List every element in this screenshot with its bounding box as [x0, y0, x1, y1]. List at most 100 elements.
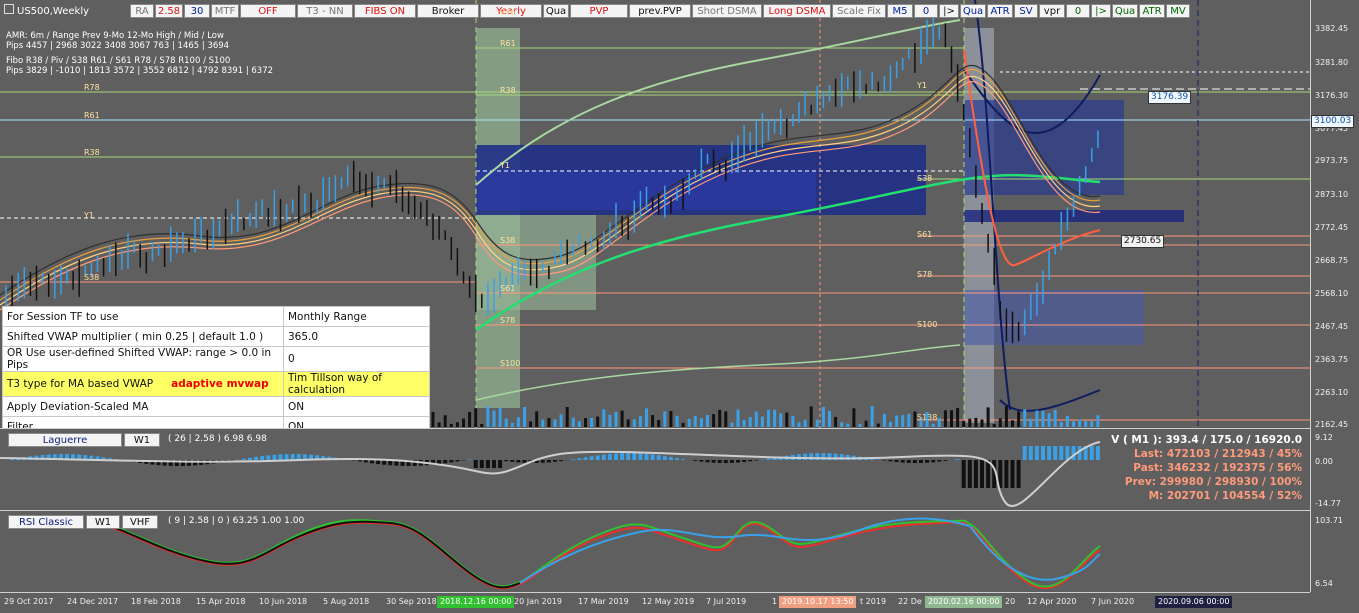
toolbar-button-1[interactable]: 2.58 — [155, 4, 183, 18]
time-axis[interactable]: 29 Oct 201724 Dec 201718 Feb 201815 Apr … — [0, 592, 1310, 613]
toolbar-button-10[interactable]: PVP — [570, 4, 628, 18]
toolbar-button-21[interactable]: vpr — [1039, 4, 1065, 18]
toolbar-button-20[interactable]: SV — [1014, 4, 1038, 18]
settings-row[interactable]: OR Use user-defined Shifted VWAP: range … — [3, 347, 430, 372]
settings-key: Apply Deviation-Scaled MA — [3, 397, 284, 417]
volume-bar — [730, 422, 733, 427]
volume-bar — [718, 410, 721, 427]
toolbar-button-12[interactable]: Short DSMA — [692, 4, 762, 18]
settings-table[interactable]: For Session TF to useMonthly RangeShifte… — [2, 306, 430, 429]
toolbar-button-18[interactable]: Qua — [960, 4, 986, 18]
fib-label: S78 — [500, 316, 515, 325]
rsi-name-tag[interactable]: RSI Classic — [8, 515, 84, 529]
volume-bar — [1023, 409, 1026, 427]
laguerre-bar — [376, 460, 380, 464]
toolbar-button-19[interactable]: ATR — [987, 4, 1013, 18]
rsi-panel[interactable]: RSI Classic W1 VHF ( 9 | 2.58 | 0 ) 63.2… — [0, 512, 1310, 592]
toolbar-button-11[interactable]: prev.PVP — [629, 4, 691, 18]
toolbar-button-13[interactable]: Long DSMA — [763, 4, 831, 18]
toolbar-button-0[interactable]: RA — [130, 4, 154, 18]
volume-bar — [688, 419, 691, 427]
volume-bar — [474, 408, 477, 427]
laguerre-bar — [626, 453, 630, 460]
toolbar-button-26[interactable]: MV — [1166, 4, 1190, 18]
volume-bar — [700, 418, 703, 427]
settings-row[interactable]: For Session TF to useMonthly Range — [3, 307, 430, 327]
laguerre-tf-tag[interactable]: W1 — [124, 433, 160, 447]
volume-bar — [1090, 421, 1093, 427]
volume-bar — [791, 416, 794, 427]
toolbar-button-9[interactable]: Qua — [543, 4, 569, 18]
settings-value[interactable]: ON — [284, 417, 430, 430]
laguerre-bar — [230, 460, 234, 461]
settings-value[interactable]: Monthly Range — [284, 307, 430, 327]
price-axis-label: 2668.75 — [1315, 256, 1348, 265]
volume-bar — [676, 416, 679, 427]
laguerre-bar — [590, 456, 594, 460]
settings-value[interactable]: Tim Tillson way of calculation — [284, 372, 430, 397]
volume-bar — [913, 412, 916, 427]
laguerre-bar — [1023, 446, 1027, 460]
time-marker: 2018.12.16 00:00 — [437, 596, 514, 608]
laguerre-name-tag[interactable]: Laguerre — [8, 433, 122, 447]
toolbar-button-23[interactable]: |> — [1091, 4, 1111, 18]
toolbar-button-3[interactable]: MTF — [211, 4, 239, 18]
laguerre-bar — [632, 453, 636, 460]
laguerre-bar — [681, 459, 685, 460]
toolbar-button-22[interactable]: 0 — [1066, 4, 1090, 18]
volume-bar — [535, 411, 538, 427]
settings-value[interactable]: 0 — [284, 347, 430, 372]
time-axis-label: 12 Apr 2020 — [1027, 597, 1076, 606]
settings-value[interactable]: ON — [284, 397, 430, 417]
volume-bar — [651, 415, 654, 427]
volume-bar — [785, 413, 788, 427]
time-axis-label: 12 May 2019 — [642, 597, 694, 606]
volume-bar — [859, 424, 862, 427]
price-axis-label: 6.54 — [1315, 579, 1333, 588]
laguerre-bar — [986, 460, 990, 488]
toolbar-button-16[interactable]: 0 — [914, 4, 938, 18]
settings-row[interactable]: Apply Deviation-Scaled MAON — [3, 397, 430, 417]
toolbar-button-17[interactable]: |> — [939, 4, 959, 18]
toolbar-button-24[interactable]: Qua — [1112, 4, 1138, 18]
laguerre-panel[interactable]: Laguerre W1 ( 26 | 2.58 ) 6.98 6.98 V ( … — [0, 430, 1310, 511]
stats-line: Past: 346232 / 192375 / 56% — [1133, 462, 1302, 474]
fib-label: R61 — [500, 39, 516, 48]
volume-bar — [779, 413, 782, 427]
toolbar-button-7[interactable]: Broker — [417, 4, 479, 18]
volume-bar — [627, 419, 630, 427]
volume-bar — [895, 415, 898, 427]
laguerre-bar — [980, 460, 984, 488]
laguerre-bar — [1072, 446, 1076, 460]
time-axis-label: 17 Mar 2019 — [578, 597, 629, 606]
toolbar-button-5[interactable]: T3 - NN — [297, 4, 353, 18]
price-axis[interactable]: 3382.453281.803176.303077.452973.752873.… — [1310, 0, 1359, 592]
volume-bar — [889, 422, 892, 427]
volume-bar — [602, 409, 605, 427]
toolbar-button-15[interactable]: M5 — [887, 4, 913, 18]
laguerre-bar — [925, 460, 929, 463]
fib-label: S100 — [500, 359, 520, 368]
laguerre-bar — [651, 454, 655, 460]
volume-bar — [432, 412, 435, 427]
volume-bar — [584, 418, 587, 427]
laguerre-bar — [370, 460, 374, 463]
rsi-tf-tag[interactable]: W1 — [86, 515, 120, 529]
toolbar-button-2[interactable]: 30 — [184, 4, 210, 18]
volume-bar — [694, 416, 697, 427]
toolbar-button-25[interactable]: ATR — [1139, 4, 1165, 18]
fib-label: Y1 — [84, 211, 94, 220]
settings-row[interactable]: FilterON — [3, 417, 430, 430]
toolbar-button-4[interactable]: OFF — [240, 4, 296, 18]
settings-value[interactable]: 365.0 — [284, 327, 430, 347]
toolbar-button-6[interactable]: FIBS ON — [354, 4, 416, 18]
laguerre-bar — [285, 454, 289, 460]
volume-bar — [499, 408, 502, 427]
settings-row[interactable]: Shifted VWAP multiplier ( min 0.25 | def… — [3, 327, 430, 347]
toolbar-button-14[interactable]: Scale Fix — [832, 4, 886, 18]
fib-label: S61 — [917, 230, 932, 239]
main-chart[interactable]: US500,Weekly RA2.5830MTFOFFT3 - NNFIBS O… — [0, 0, 1310, 429]
settings-row[interactable]: T3 type for MA based VWAPadaptive mvwapT… — [3, 372, 430, 397]
rsi-vhf-tag[interactable]: VHF — [122, 515, 158, 529]
volume-bar — [944, 410, 947, 427]
